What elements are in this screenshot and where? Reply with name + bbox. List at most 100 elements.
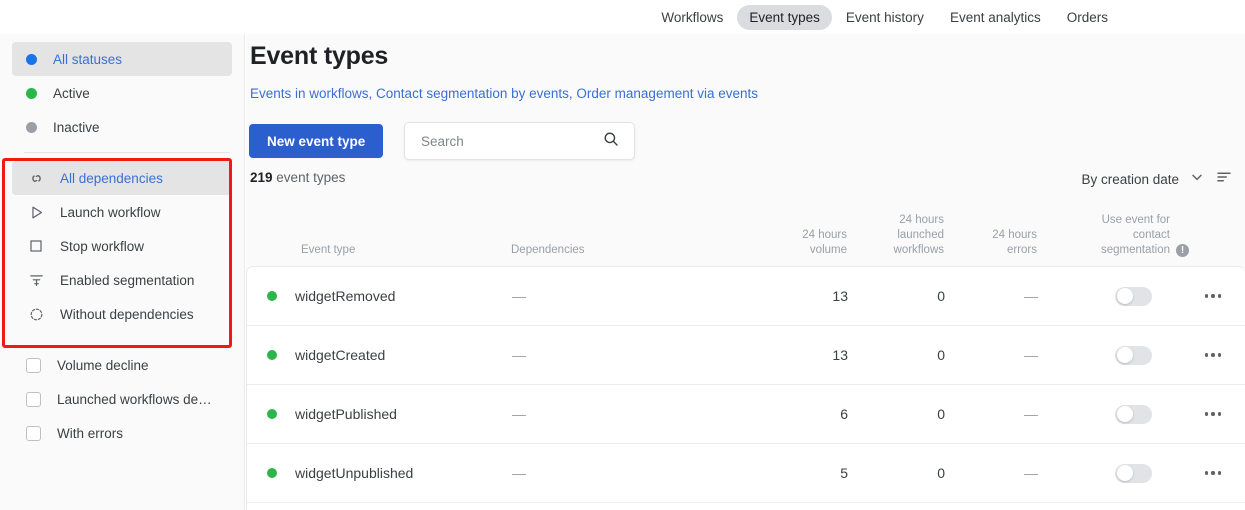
top-navigation: Workflows Event types Event history Even… — [0, 0, 1245, 34]
segmentation-toggle[interactable] — [1115, 463, 1152, 483]
event-types-table: widgetRemoved — 13 0 — widgetCreated — 1… — [246, 266, 1245, 510]
sidebar-filter-label: All dependencies — [60, 170, 163, 186]
cell-segmentation — [1038, 404, 1190, 424]
gray-dot-icon — [26, 121, 37, 133]
column-header-volume: 24 hours volume — [802, 229, 847, 256]
table-header: Event type Dependencies 24 hours volume … — [246, 204, 1245, 266]
table-row[interactable]: widgetPublished — 6 0 — — [247, 385, 1245, 444]
blue-dot-icon — [26, 53, 37, 65]
sidebar-checkbox-launched-workflows[interactable]: Launched workflows de… — [12, 382, 232, 416]
checkbox-icon[interactable] — [26, 357, 41, 373]
nav-item-event-history[interactable]: Event history — [834, 5, 936, 30]
cell-launched-workflows: 0 — [937, 406, 945, 422]
cell-volume: 13 — [832, 347, 848, 363]
column-header-launched-workflows: 24 hours launched workflows — [893, 214, 944, 256]
cell-segmentation — [1038, 345, 1190, 365]
sidebar-filter-label: Without dependencies — [60, 306, 194, 322]
column-header-segmentation: Use event for contact segmentation ! — [1037, 213, 1189, 266]
cell-errors: — — [1024, 406, 1038, 422]
sidebar-filter-launch-workflow[interactable]: Launch workflow — [12, 195, 232, 229]
cell-event-type: widgetPublished — [247, 406, 512, 422]
sidebar-checkbox-label: With errors — [57, 425, 124, 441]
sidebar-filter-all-statuses[interactable]: All statuses — [12, 42, 232, 76]
nav-item-event-types[interactable]: Event types — [737, 4, 832, 30]
related-links[interactable]: Events in workflows, Contact segmentatio… — [250, 86, 758, 101]
sidebar-filter-label: All statuses — [53, 51, 123, 67]
sort-order-icon[interactable] — [1215, 168, 1233, 191]
event-type-count: 219 event types — [250, 170, 345, 185]
sort-controls: By creation date — [1081, 168, 1233, 191]
event-type-name: widgetPublished — [295, 406, 397, 422]
cell-errors: — — [1024, 288, 1038, 304]
status-dot-icon — [267, 468, 277, 478]
sidebar-checkbox-volume-decline[interactable]: Volume decline — [12, 348, 232, 382]
search-field[interactable] — [404, 122, 635, 160]
cell-volume: 13 — [832, 288, 848, 304]
status-dot-icon — [267, 350, 277, 360]
dashed-circle-icon — [26, 304, 46, 324]
row-menu-icon[interactable] — [1204, 471, 1222, 475]
sidebar-filter-label: Inactive — [53, 119, 100, 135]
funnel-icon — [26, 270, 46, 290]
cell-dependencies: — — [512, 347, 526, 363]
info-icon[interactable]: ! — [1176, 244, 1189, 257]
search-icon[interactable] — [602, 130, 620, 153]
cell-volume: 5 — [840, 465, 848, 481]
segmentation-toggle[interactable] — [1115, 345, 1152, 365]
toggle-knob — [1116, 406, 1133, 422]
toggle-knob — [1116, 465, 1133, 481]
segmentation-toggle[interactable] — [1115, 404, 1152, 424]
table-row[interactable]: widgetCreated — 13 0 — — [247, 326, 1245, 385]
column-header-event-type: Event type — [301, 244, 356, 256]
cell-actions — [1190, 294, 1236, 298]
page-title: Event types — [250, 42, 389, 70]
cell-actions — [1190, 471, 1236, 475]
column-header-dependencies: Dependencies — [511, 244, 585, 256]
checkbox-icon[interactable] — [26, 391, 41, 407]
sidebar-filter-stop-workflow[interactable]: Stop workflow — [12, 229, 232, 263]
cell-dependencies: — — [512, 406, 526, 422]
sort-by-label[interactable]: By creation date — [1081, 172, 1179, 187]
sidebar-filter-inactive[interactable]: Inactive — [12, 110, 232, 144]
sidebar-filter-active[interactable]: Active — [12, 76, 232, 110]
nav-item-orders[interactable]: Orders — [1055, 5, 1120, 30]
stop-square-icon — [26, 236, 46, 256]
event-type-name: widgetUnpublished — [295, 465, 414, 481]
sidebar-filter-label: Launch workflow — [60, 204, 161, 220]
cell-event-type: widgetCreated — [247, 347, 512, 363]
status-dot-icon — [267, 291, 277, 301]
row-menu-icon[interactable] — [1204, 294, 1222, 298]
sidebar-filter-all-dependencies[interactable]: All dependencies — [12, 161, 232, 195]
cell-segmentation — [1038, 286, 1190, 306]
nav-item-event-analytics[interactable]: Event analytics — [938, 5, 1053, 30]
sidebar-filter-without-dependencies[interactable]: Without dependencies — [12, 297, 232, 331]
table-row[interactable]: widgetUnpublished — 5 0 — — [247, 444, 1245, 503]
nav-item-workflows[interactable]: Workflows — [649, 5, 735, 30]
new-event-type-button[interactable]: New event type — [249, 124, 384, 158]
sidebar-filter-enabled-segmentation[interactable]: Enabled segmentation — [12, 263, 232, 297]
sidebar-checkbox-with-errors[interactable]: With errors — [12, 416, 232, 450]
cell-errors: — — [1024, 465, 1038, 481]
column-header-errors: 24 hours errors — [992, 229, 1037, 256]
cell-actions — [1190, 353, 1236, 357]
search-input[interactable] — [419, 132, 602, 150]
link-icon — [26, 168, 46, 188]
cell-launched-workflows: 0 — [937, 347, 945, 363]
main-content: Event types Events in workflows, Contact… — [246, 34, 1245, 510]
checkbox-icon[interactable] — [26, 425, 41, 441]
row-menu-icon[interactable] — [1204, 353, 1222, 357]
sidebar: All statuses Active Inactive All depende… — [0, 34, 245, 510]
event-type-name: widgetRemoved — [295, 288, 396, 304]
count-number: 219 — [250, 170, 273, 185]
cell-launched-workflows: 0 — [937, 288, 945, 304]
row-menu-icon[interactable] — [1204, 412, 1222, 416]
cell-dependencies: — — [512, 465, 526, 481]
sidebar-divider-1 — [24, 152, 230, 153]
cell-launched-workflows: 0 — [937, 465, 945, 481]
chevron-down-icon[interactable] — [1189, 169, 1205, 190]
sidebar-checkbox-label: Launched workflows de… — [57, 391, 212, 407]
segmentation-toggle[interactable] — [1115, 286, 1152, 306]
cell-event-type: widgetUnpublished — [247, 465, 512, 481]
table-row[interactable]: widgetRemoved — 13 0 — — [247, 267, 1245, 326]
sidebar-filter-label: Stop workflow — [60, 238, 145, 254]
